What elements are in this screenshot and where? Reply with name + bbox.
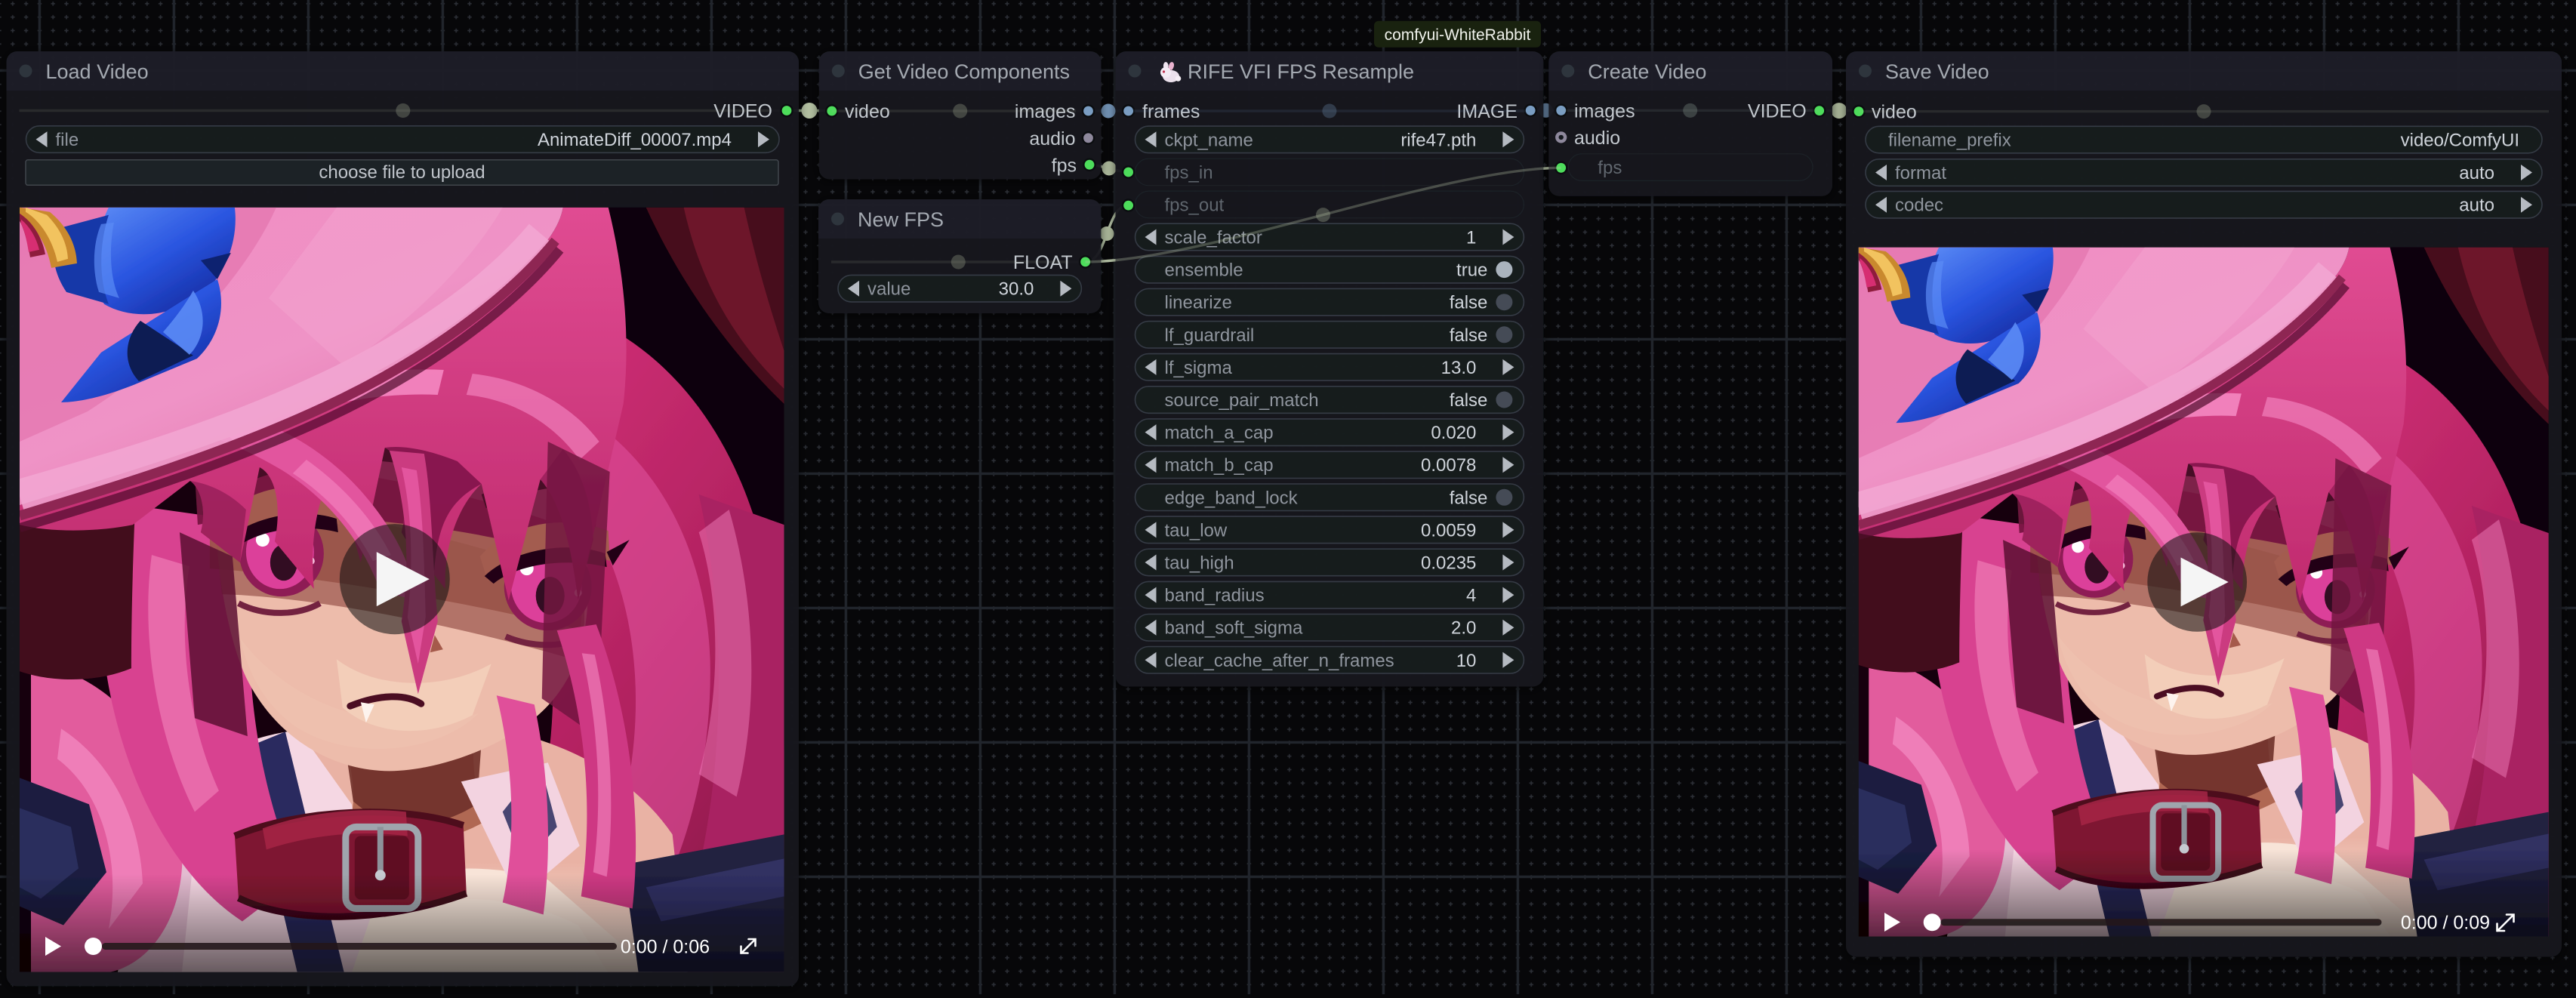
svg-text:0.0078: 0.0078	[1421, 455, 1476, 476]
svg-text:Save Video: Save Video	[1885, 60, 1989, 83]
svg-text:comfyui-WhiteRabbit: comfyui-WhiteRabbit	[1385, 26, 1531, 44]
svg-text:audio: audio	[1574, 128, 1620, 149]
svg-text:fps: fps	[1598, 158, 1622, 178]
svg-text:false: false	[1450, 293, 1488, 313]
svg-text:match_a_cap: match_a_cap	[1165, 423, 1274, 443]
svg-text:codec: codec	[1895, 196, 1943, 216]
svg-text:30.0: 30.0	[999, 279, 1034, 300]
svg-text:filename_prefix: filename_prefix	[1888, 131, 2011, 151]
svg-text:New FPS: New FPS	[858, 208, 944, 231]
svg-text:lf_guardrail: lf_guardrail	[1165, 325, 1255, 346]
svg-text:1: 1	[1466, 228, 1476, 248]
svg-text:auto: auto	[2459, 163, 2494, 183]
svg-text:source_pair_match: source_pair_match	[1165, 390, 1319, 411]
svg-text:ensemble: ensemble	[1165, 260, 1243, 281]
svg-text:0:00 / 0:09: 0:00 / 0:09	[2401, 913, 2490, 934]
svg-text:choose file to upload: choose file to upload	[319, 162, 485, 183]
svg-text:Get Video Components: Get Video Components	[858, 60, 1070, 83]
svg-text:rife47.pth: rife47.pth	[1400, 130, 1476, 150]
svg-text:clear_cache_after_n_frames: clear_cache_after_n_frames	[1165, 651, 1394, 671]
svg-text:fps_in: fps_in	[1165, 162, 1213, 183]
svg-text:0:00 / 0:06: 0:00 / 0:06	[621, 937, 710, 958]
svg-text:0.0059: 0.0059	[1421, 520, 1476, 541]
svg-text:video/ComfyUI: video/ComfyUI	[2401, 131, 2519, 151]
svg-text:audio: audio	[1029, 128, 1075, 149]
svg-text:tau_high: tau_high	[1165, 553, 1234, 574]
svg-text:13.0: 13.0	[1441, 358, 1477, 378]
svg-text:Create Video: Create Video	[1588, 60, 1706, 83]
svg-text:tau_low: tau_low	[1165, 520, 1228, 541]
svg-text:linearize: linearize	[1165, 293, 1232, 313]
svg-text:file: file	[56, 130, 79, 150]
svg-text:2.0: 2.0	[1451, 618, 1476, 639]
svg-text:match_b_cap: match_b_cap	[1165, 455, 1274, 476]
svg-text:fps: fps	[1052, 156, 1077, 177]
svg-text:RIFE VFI FPS Resample: RIFE VFI FPS Resample	[1188, 60, 1414, 83]
svg-text:band_soft_sigma: band_soft_sigma	[1165, 618, 1303, 639]
svg-text:scale_factor: scale_factor	[1165, 228, 1262, 248]
svg-text:lf_sigma: lf_sigma	[1165, 358, 1233, 378]
svg-text:false: false	[1450, 488, 1488, 508]
svg-text:AnimateDiff_00007.mp4: AnimateDiff_00007.mp4	[538, 130, 732, 150]
svg-text:0.020: 0.020	[1431, 423, 1476, 443]
svg-text:auto: auto	[2459, 196, 2494, 216]
svg-text:format: format	[1895, 163, 1946, 183]
svg-text:true: true	[1456, 260, 1487, 281]
svg-text:4: 4	[1466, 586, 1476, 606]
svg-text:0.0235: 0.0235	[1421, 553, 1476, 574]
svg-text:value: value	[867, 279, 911, 300]
svg-text:fps_out: fps_out	[1165, 196, 1225, 216]
svg-text:Load Video: Load Video	[46, 60, 149, 83]
svg-text:10: 10	[1456, 651, 1477, 671]
svg-text:false: false	[1450, 390, 1488, 411]
svg-text:ckpt_name: ckpt_name	[1165, 130, 1253, 150]
svg-text:edge_band_lock: edge_band_lock	[1165, 488, 1299, 508]
svg-text:band_radius: band_radius	[1165, 586, 1265, 606]
svg-text:false: false	[1450, 325, 1488, 346]
